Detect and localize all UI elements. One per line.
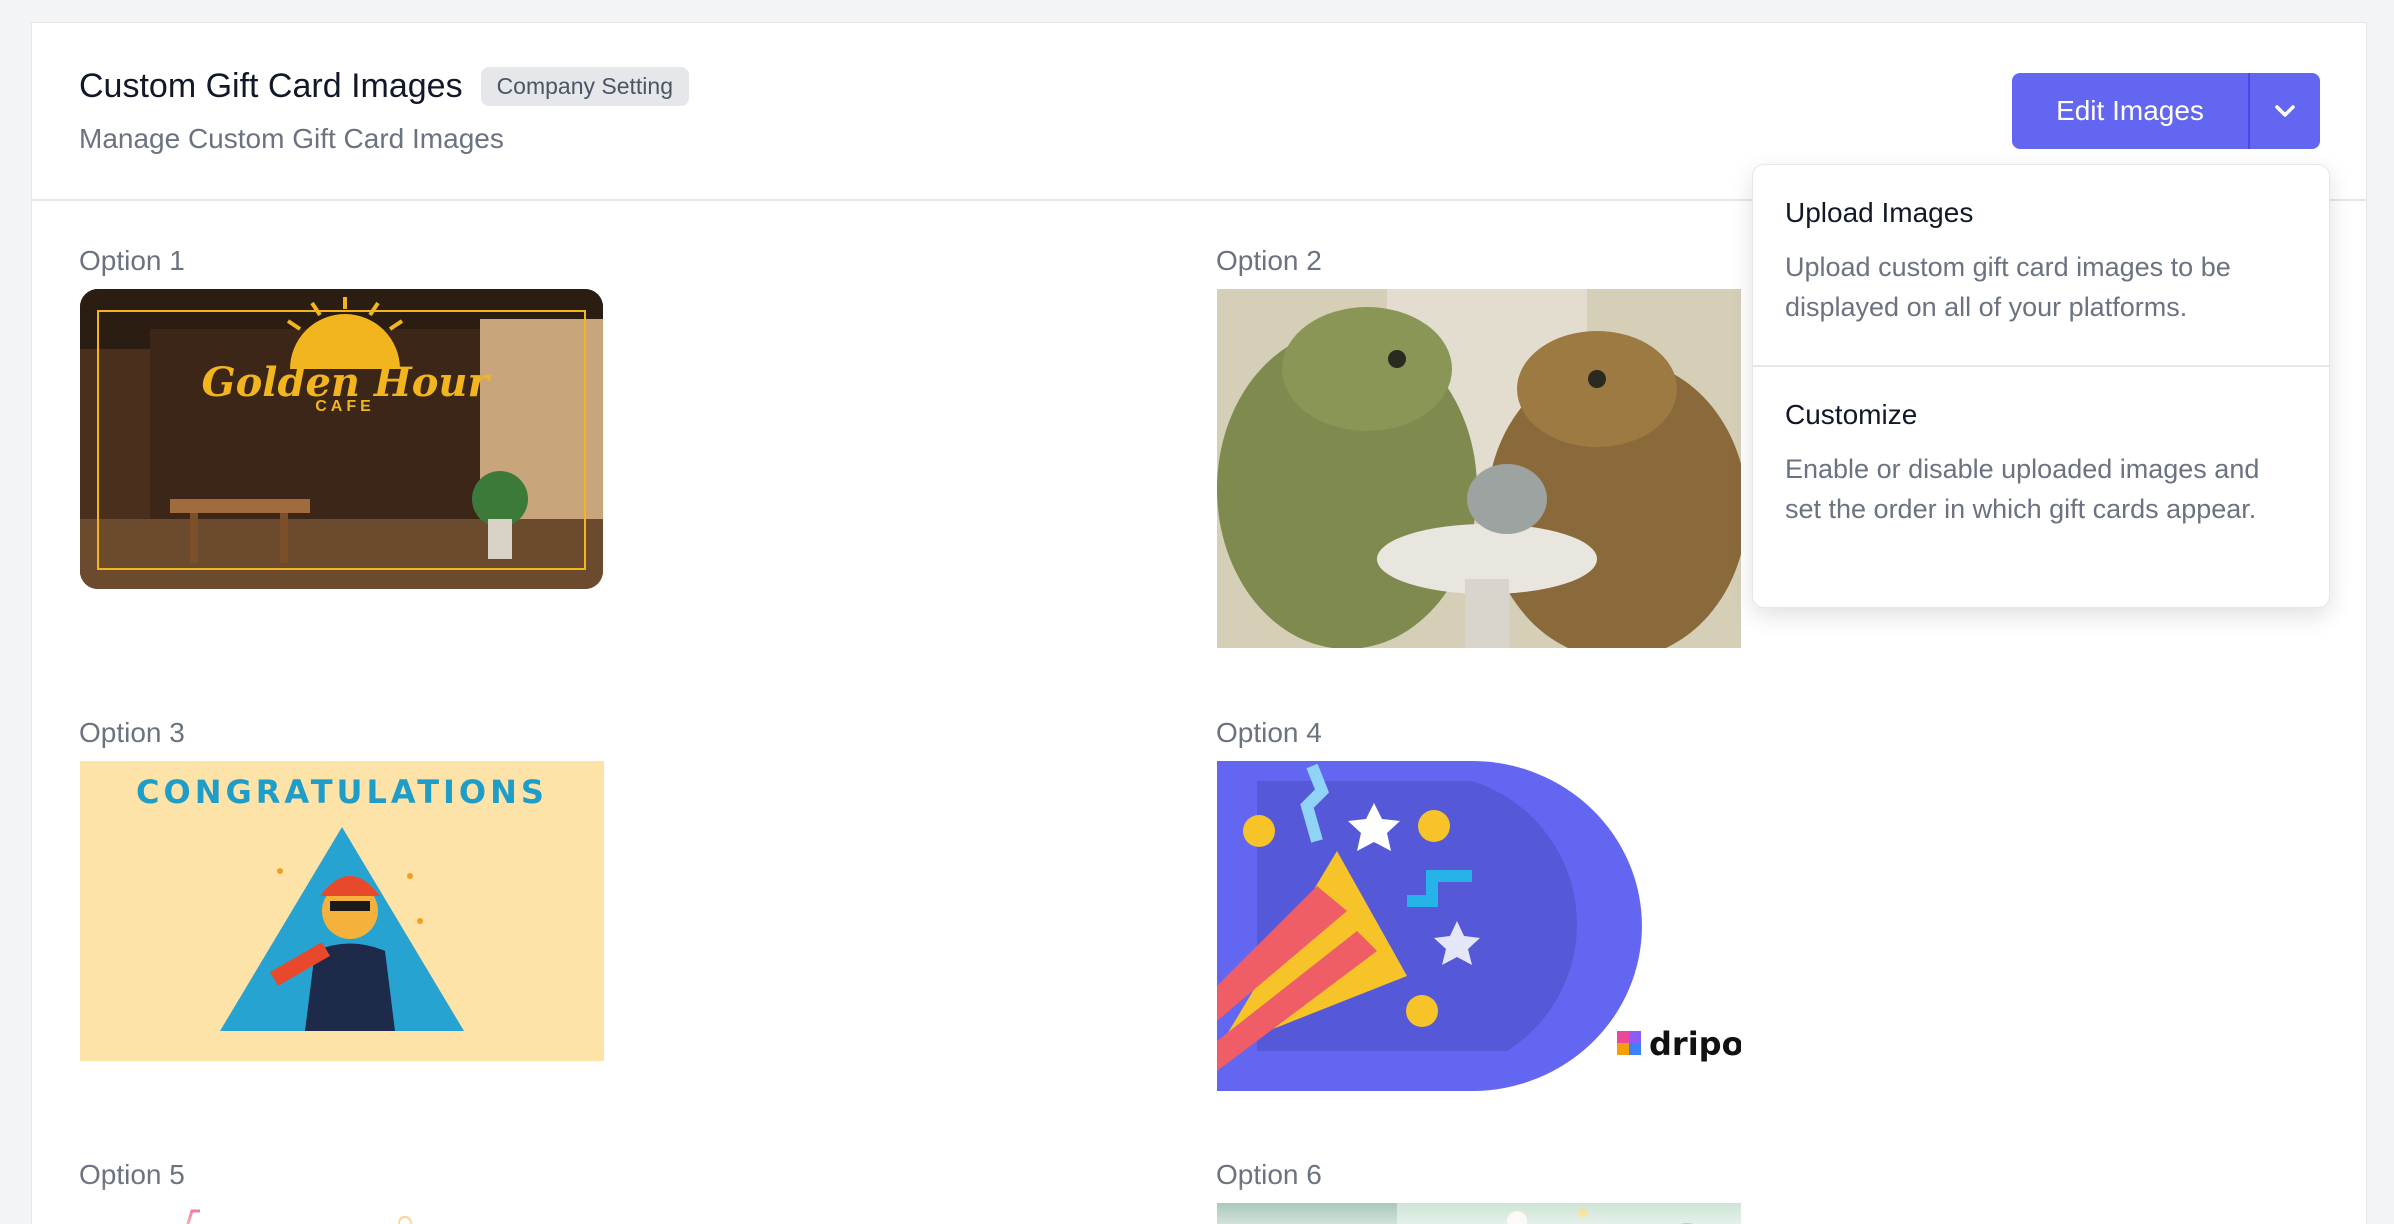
frogs-tea-illustration — [1217, 289, 1741, 648]
option-2-image[interactable] — [1217, 289, 1741, 648]
page-subtitle: Manage Custom Gift Card Images — [79, 123, 504, 154]
edit-images-button-group: Edit Images — [2012, 73, 2320, 149]
menu-item-customize[interactable]: Customize Enable or disable uploaded ima… — [1753, 399, 2329, 529]
menu-item-upload-images[interactable]: Upload Images Upload custom gift card im… — [1753, 197, 2329, 327]
option-3-label: Option 3 — [79, 717, 185, 748]
page-title: Custom Gift Card Images — [79, 67, 463, 105]
menu-item-upload-images-title: Upload Images — [1785, 197, 1974, 228]
option-4-brand-text: dripos — [1649, 1025, 1741, 1063]
title-row: Custom Gift Card Images Company Setting — [79, 67, 689, 106]
option-1-brand-subtext: CAFE — [315, 398, 375, 415]
option-4-image[interactable]: dripos — [1217, 761, 1741, 1091]
chevron-down-icon — [2275, 105, 2295, 117]
edit-images-button[interactable]: Edit Images — [2012, 73, 2248, 149]
menu-item-customize-description: Enable or disable uploaded images and se… — [1785, 454, 2260, 524]
edit-images-dropdown-toggle[interactable] — [2248, 73, 2320, 149]
edit-images-dropdown-menu: Upload Images Upload custom gift card im… — [1752, 164, 2330, 608]
menu-divider — [1753, 365, 2329, 367]
company-setting-badge: Company Setting — [480, 67, 689, 106]
option-2-label: Option 2 — [1216, 245, 1322, 276]
congratulations-illustration: CONGRATULATIONS — [80, 761, 604, 1061]
option-3-image[interactable]: CONGRATULATIONS — [80, 761, 604, 1061]
party-popper-illustration: dripos — [1217, 761, 1741, 1091]
bottom-fade — [32, 1181, 2366, 1224]
menu-item-upload-images-description: Upload custom gift card images to be dis… — [1785, 252, 2231, 322]
menu-item-customize-title: Customize — [1785, 399, 1918, 430]
cafe-interior-illustration: Golden Hour CAFE — [80, 289, 603, 589]
option-1-label: Option 1 — [79, 245, 185, 276]
option-4-label: Option 4 — [1216, 717, 1322, 748]
option-3-heading-text: CONGRATULATIONS — [136, 773, 548, 811]
option-1-image[interactable]: Golden Hour CAFE — [80, 289, 603, 589]
